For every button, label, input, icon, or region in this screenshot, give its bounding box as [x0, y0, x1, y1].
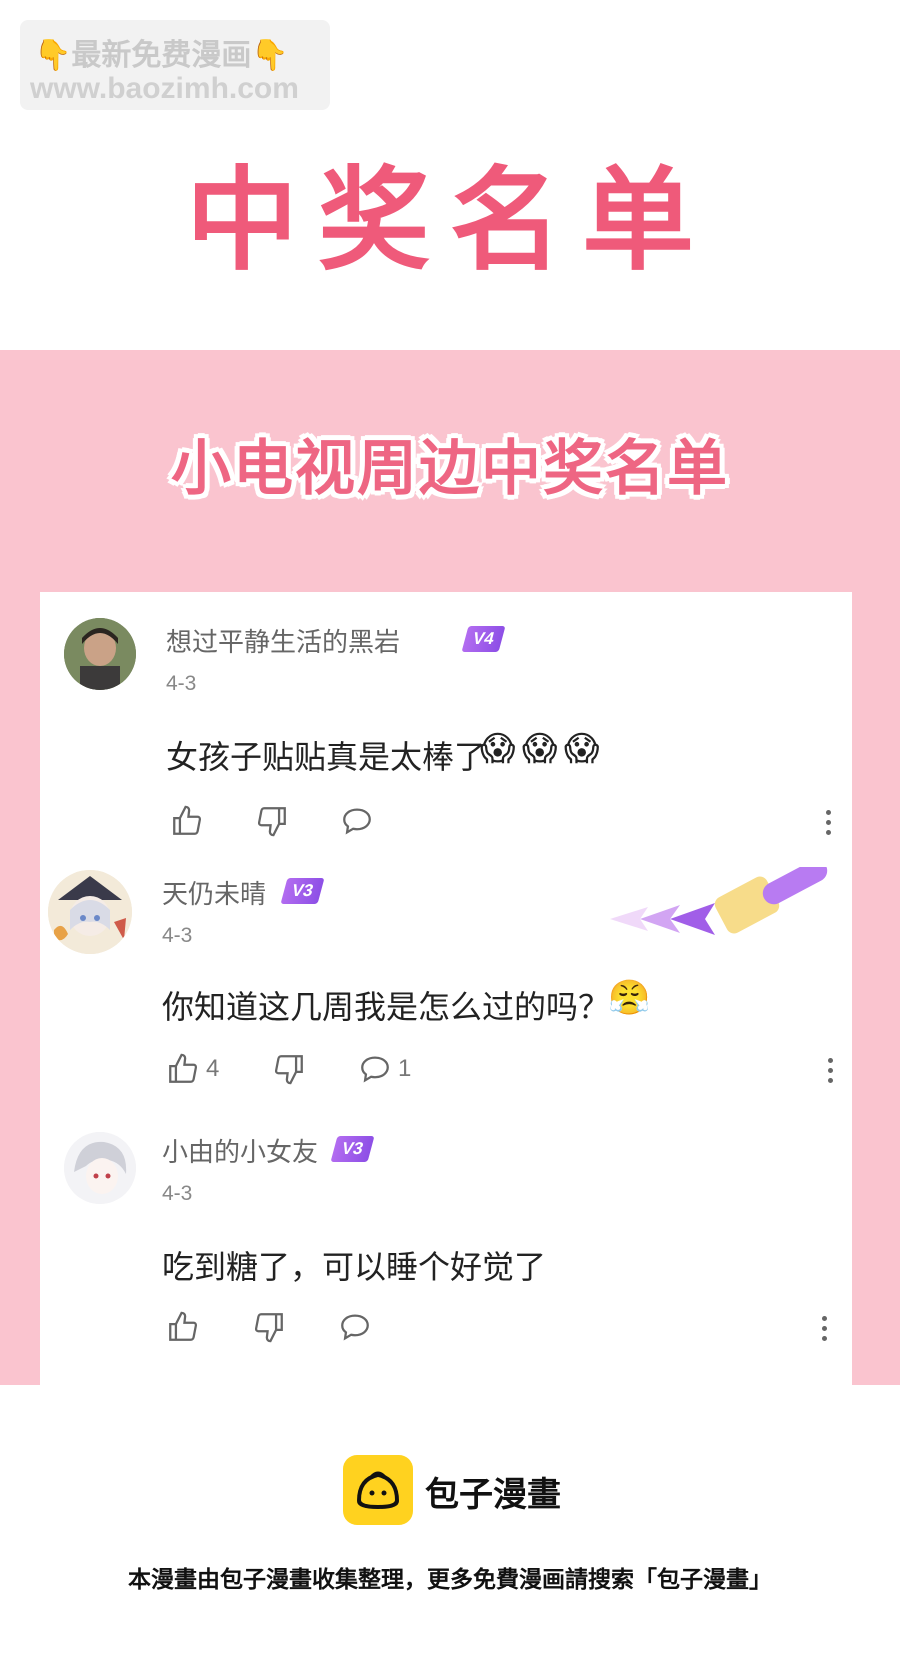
like-button[interactable] [166, 1310, 200, 1344]
page-title: 中奖名单 [186, 156, 714, 286]
comment-list: 想过平静生活的黑岩 V4 4-3 女孩子贴贴真是太棒了 😱 😱 😱 天仍未晴 V… [40, 592, 852, 1385]
comment-item: 小由的小女友 V3 4-3 吃到糖了，可以睡个好觉了 [40, 592, 852, 1385]
point-down-hand-icon: 👇 [34, 38, 72, 73]
footer-note: 本漫畫由包子漫畫收集整理，更多免費漫画請搜索「包子漫畫」 [128, 1567, 772, 1593]
reply-button[interactable] [338, 1310, 372, 1344]
watermark: 👇最新免费漫画👇 www.baozimh.com [20, 20, 330, 110]
level-badge: V3 [330, 1136, 375, 1162]
avatar[interactable] [64, 1132, 136, 1204]
comment-username[interactable]: 小由的小女友 [162, 1132, 318, 1169]
watermark-url: www.baozimh.com [30, 72, 299, 105]
point-down-hand-icon: 👇 [251, 38, 289, 73]
thumbs-up-icon [169, 1311, 198, 1341]
thumbs-down-icon [254, 1313, 283, 1343]
watermark-line1: 👇最新免费漫画👇 [34, 38, 289, 73]
more-dots-icon [821, 1316, 827, 1321]
speech-bubble-icon [341, 1314, 369, 1341]
dislike-button[interactable] [252, 1310, 286, 1344]
comment-text: 吃到糖了，可以睡个好觉了 [162, 1248, 547, 1286]
baozi-logo-icon [343, 1455, 413, 1525]
more-options-button[interactable] [820, 1316, 828, 1346]
footer-brand-name: 包子漫畫 [425, 1475, 561, 1515]
banner-subtitle: 小电视周边中奖名单 [171, 434, 729, 504]
comment-date: 4-3 [162, 1182, 193, 1205]
